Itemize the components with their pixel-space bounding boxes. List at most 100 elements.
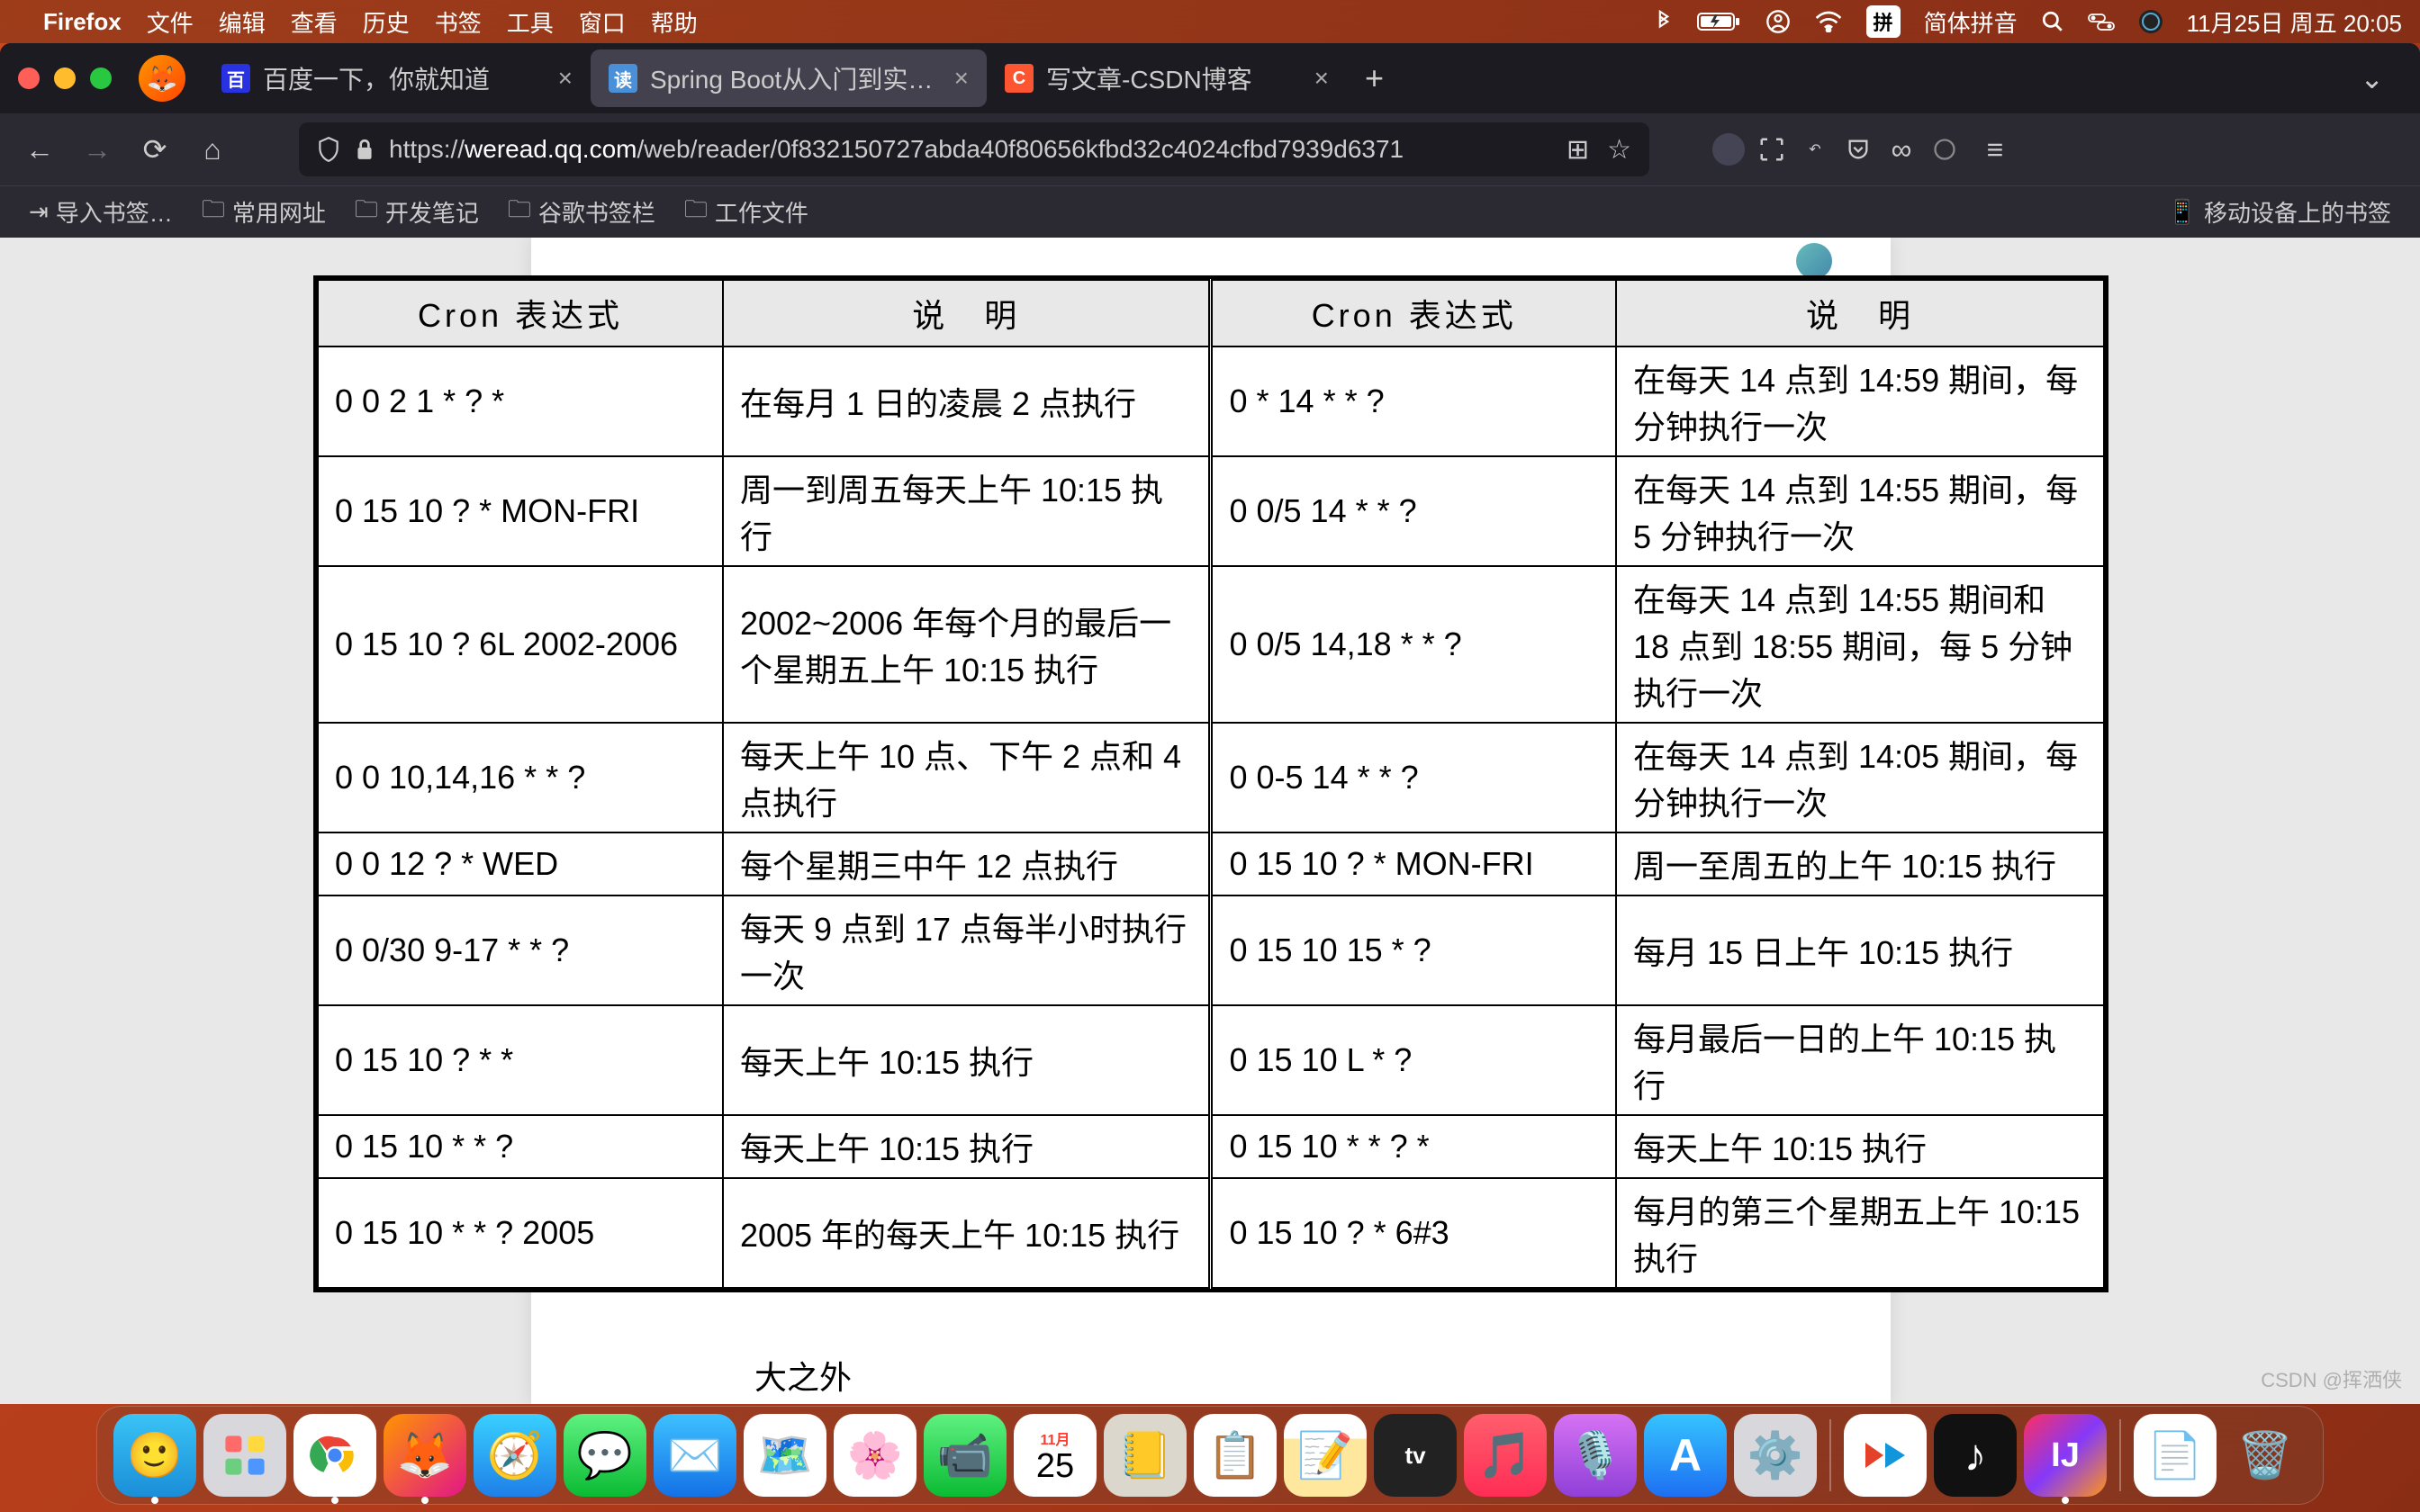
dock-finder[interactable]: 🙂 <box>113 1414 196 1497</box>
user-icon[interactable] <box>1765 9 1791 34</box>
pocket-icon[interactable] <box>1840 131 1876 167</box>
tab-close-button[interactable]: × <box>954 64 969 93</box>
infinity-icon[interactable]: ∞ <box>1883 131 1919 167</box>
folder-icon: 🗀 <box>684 193 708 232</box>
reload-button[interactable]: ⟳ <box>130 124 180 175</box>
siri-icon[interactable] <box>2138 9 2163 34</box>
mobile-bookmarks-button[interactable]: 📱移动设备上的书签 <box>2157 190 2402 234</box>
shield-icon[interactable] <box>317 136 340 163</box>
extension-undo-icon[interactable]: ↶ <box>1797 131 1833 167</box>
dock-appstore[interactable]: A <box>1644 1414 1727 1497</box>
home-button[interactable]: ⌂ <box>187 124 238 175</box>
dock-youku[interactable] <box>1844 1414 1927 1497</box>
qr-icon[interactable]: ⊞ <box>1567 134 1589 166</box>
cron-desc-cell: 每月的第三个星期五上午 10:15 执行 <box>1616 1178 2104 1288</box>
dock-settings[interactable]: ⚙️ <box>1734 1414 1817 1497</box>
dock-calendar[interactable]: 11月25 <box>1014 1414 1097 1497</box>
dock-document[interactable]: 📄 <box>2134 1414 2217 1497</box>
tab-springboot[interactable]: 读 Spring Boot从入门到实战-章为忠 × <box>591 50 987 107</box>
extension-circle-icon[interactable] <box>1927 131 1963 167</box>
new-tab-button[interactable]: + <box>1347 59 1402 97</box>
bookmark-folder-dev[interactable]: 🗀开发笔记 <box>344 187 490 238</box>
lock-icon[interactable] <box>355 138 375 161</box>
cron-desc-cell: 周一至周五的上午 10:15 执行 <box>1616 832 2104 896</box>
menu-edit[interactable]: 编辑 <box>219 5 266 39</box>
cron-expr-cell: 0 15 10 ? * 6#3 <box>1211 1178 1616 1288</box>
dock-intellij[interactable]: IJ <box>2024 1414 2107 1497</box>
dock-chrome[interactable] <box>293 1414 376 1497</box>
bookmark-folder-google[interactable]: 🗀谷歌书签栏 <box>497 187 666 238</box>
forward-button[interactable]: → <box>72 124 122 175</box>
back-button[interactable]: ← <box>14 124 65 175</box>
bookmark-folder-common[interactable]: 🗀常用网址 <box>191 187 337 238</box>
dock-trash[interactable]: 🗑️ <box>2224 1414 2307 1497</box>
firefox-icon[interactable]: 🦊 <box>139 55 185 102</box>
dock-reminders[interactable]: 📋 <box>1194 1414 1277 1497</box>
cron-expr-cell: 0 0 10,14,16 * * ? <box>318 723 723 832</box>
wifi-icon[interactable] <box>1814 11 1843 32</box>
cron-desc-cell: 每天上午 10:15 执行 <box>723 1005 1211 1115</box>
dock-safari[interactable]: 🧭 <box>474 1414 556 1497</box>
table-row: 0 15 10 ? * MON-FRI周一到周五每天上午 10:15 执行0 0… <box>318 456 2104 566</box>
tab-title: 写文章-CSDN博客 <box>1046 60 1302 96</box>
menu-file[interactable]: 文件 <box>147 5 194 39</box>
folder-icon: 🗀 <box>508 193 531 232</box>
dock-messages[interactable]: 💬 <box>564 1414 646 1497</box>
battery-icon[interactable] <box>1697 11 1742 32</box>
tab-close-button[interactable]: × <box>1314 64 1329 93</box>
truncated-text: 大之外 <box>754 1352 852 1399</box>
ime-indicator-icon[interactable]: 拼 <box>1866 5 1901 38</box>
tab-close-button[interactable]: × <box>558 64 573 93</box>
spotlight-icon[interactable] <box>2041 10 2064 33</box>
bluetooth-icon[interactable] <box>1654 9 1674 34</box>
dock-firefox[interactable]: 🦊 <box>384 1414 466 1497</box>
dock-photos[interactable]: 🌸 <box>834 1414 917 1497</box>
menu-window[interactable]: 窗口 <box>579 5 626 39</box>
cron-desc-cell: 每月 15 日上午 10:15 执行 <box>1616 896 2104 1005</box>
app-menu-button[interactable]: ≡ <box>1970 124 2020 175</box>
window-fullscreen-button[interactable] <box>90 68 112 89</box>
window-close-button[interactable] <box>18 68 40 89</box>
dock-tiktok[interactable]: ♪ <box>1934 1414 2017 1497</box>
dock-mail[interactable]: ✉️ <box>654 1414 736 1497</box>
import-icon: ⇥ <box>29 198 49 226</box>
dock-launchpad[interactable] <box>203 1414 286 1497</box>
menu-help[interactable]: 帮助 <box>651 5 698 39</box>
baidu-favicon-icon: 百 <box>221 64 250 93</box>
url-bar[interactable]: https://weread.qq.com/web/reader/0f83215… <box>299 122 1649 176</box>
menu-tools[interactable]: 工具 <box>507 5 554 39</box>
datetime[interactable]: 11月25日 周五 20:05 <box>2187 5 2402 39</box>
menu-history[interactable]: 历史 <box>363 5 410 39</box>
app-name[interactable]: Firefox <box>43 8 122 36</box>
dock-maps[interactable]: 🗺️ <box>744 1414 826 1497</box>
menu-view[interactable]: 查看 <box>291 5 338 39</box>
th-expr-left: Cron 表达式 <box>318 280 723 346</box>
th-expr-right: Cron 表达式 <box>1211 280 1616 346</box>
dock-music[interactable]: 🎵 <box>1464 1414 1547 1497</box>
dock-separator <box>1829 1419 1831 1491</box>
cron-desc-cell: 每天上午 10 点、下午 2 点和 4 点执行 <box>723 723 1211 832</box>
menu-bookmarks[interactable]: 书签 <box>435 5 482 39</box>
bookmark-star-icon[interactable]: ☆ <box>1607 134 1631 166</box>
tab-baidu[interactable]: 百 百度一下，你就知道 × <box>203 50 591 107</box>
import-bookmarks-button[interactable]: ⇥导入书签… <box>18 190 184 234</box>
dock-contacts[interactable]: 📒 <box>1104 1414 1187 1497</box>
table-row: 0 0 12 ? * WED每个星期三中午 12 点执行0 15 10 ? * … <box>318 832 2104 896</box>
table-row: 0 15 10 * * ? 20052005 年的每天上午 10:15 执行0 … <box>318 1178 2104 1288</box>
dock-podcasts[interactable]: 🎙️ <box>1554 1414 1637 1497</box>
tab-csdn[interactable]: C 写文章-CSDN博客 × <box>987 50 1347 107</box>
dock: 🙂 🦊 🧭 💬 ✉️ 🗺️ 🌸 📹 11月25 📒 📋 📝 tv 🎵 🎙️ A … <box>96 1406 2324 1505</box>
window-minimize-button[interactable] <box>54 68 76 89</box>
dock-facetime[interactable]: 📹 <box>924 1414 1007 1497</box>
tab-title: 百度一下，你就知道 <box>263 60 546 96</box>
tabs-dropdown-button[interactable]: ⌄ <box>2342 61 2402 95</box>
bookmark-folder-work[interactable]: 🗀工作文件 <box>673 187 819 238</box>
screenshot-icon[interactable] <box>1754 131 1790 167</box>
table-row: 0 0 2 1 * ? *在每月 1 日的凌晨 2 点执行0 * 14 * * … <box>318 346 2104 456</box>
extension-icon[interactable] <box>1711 131 1747 167</box>
control-center-icon[interactable] <box>2088 11 2115 32</box>
dock-notes[interactable]: 📝 <box>1284 1414 1367 1497</box>
cron-desc-cell: 在每天 14 点到 14:55 期间，每 5 分钟执行一次 <box>1616 456 2104 566</box>
dock-tv[interactable]: tv <box>1374 1414 1457 1497</box>
ime-label[interactable]: 简体拼音 <box>1924 5 2018 39</box>
